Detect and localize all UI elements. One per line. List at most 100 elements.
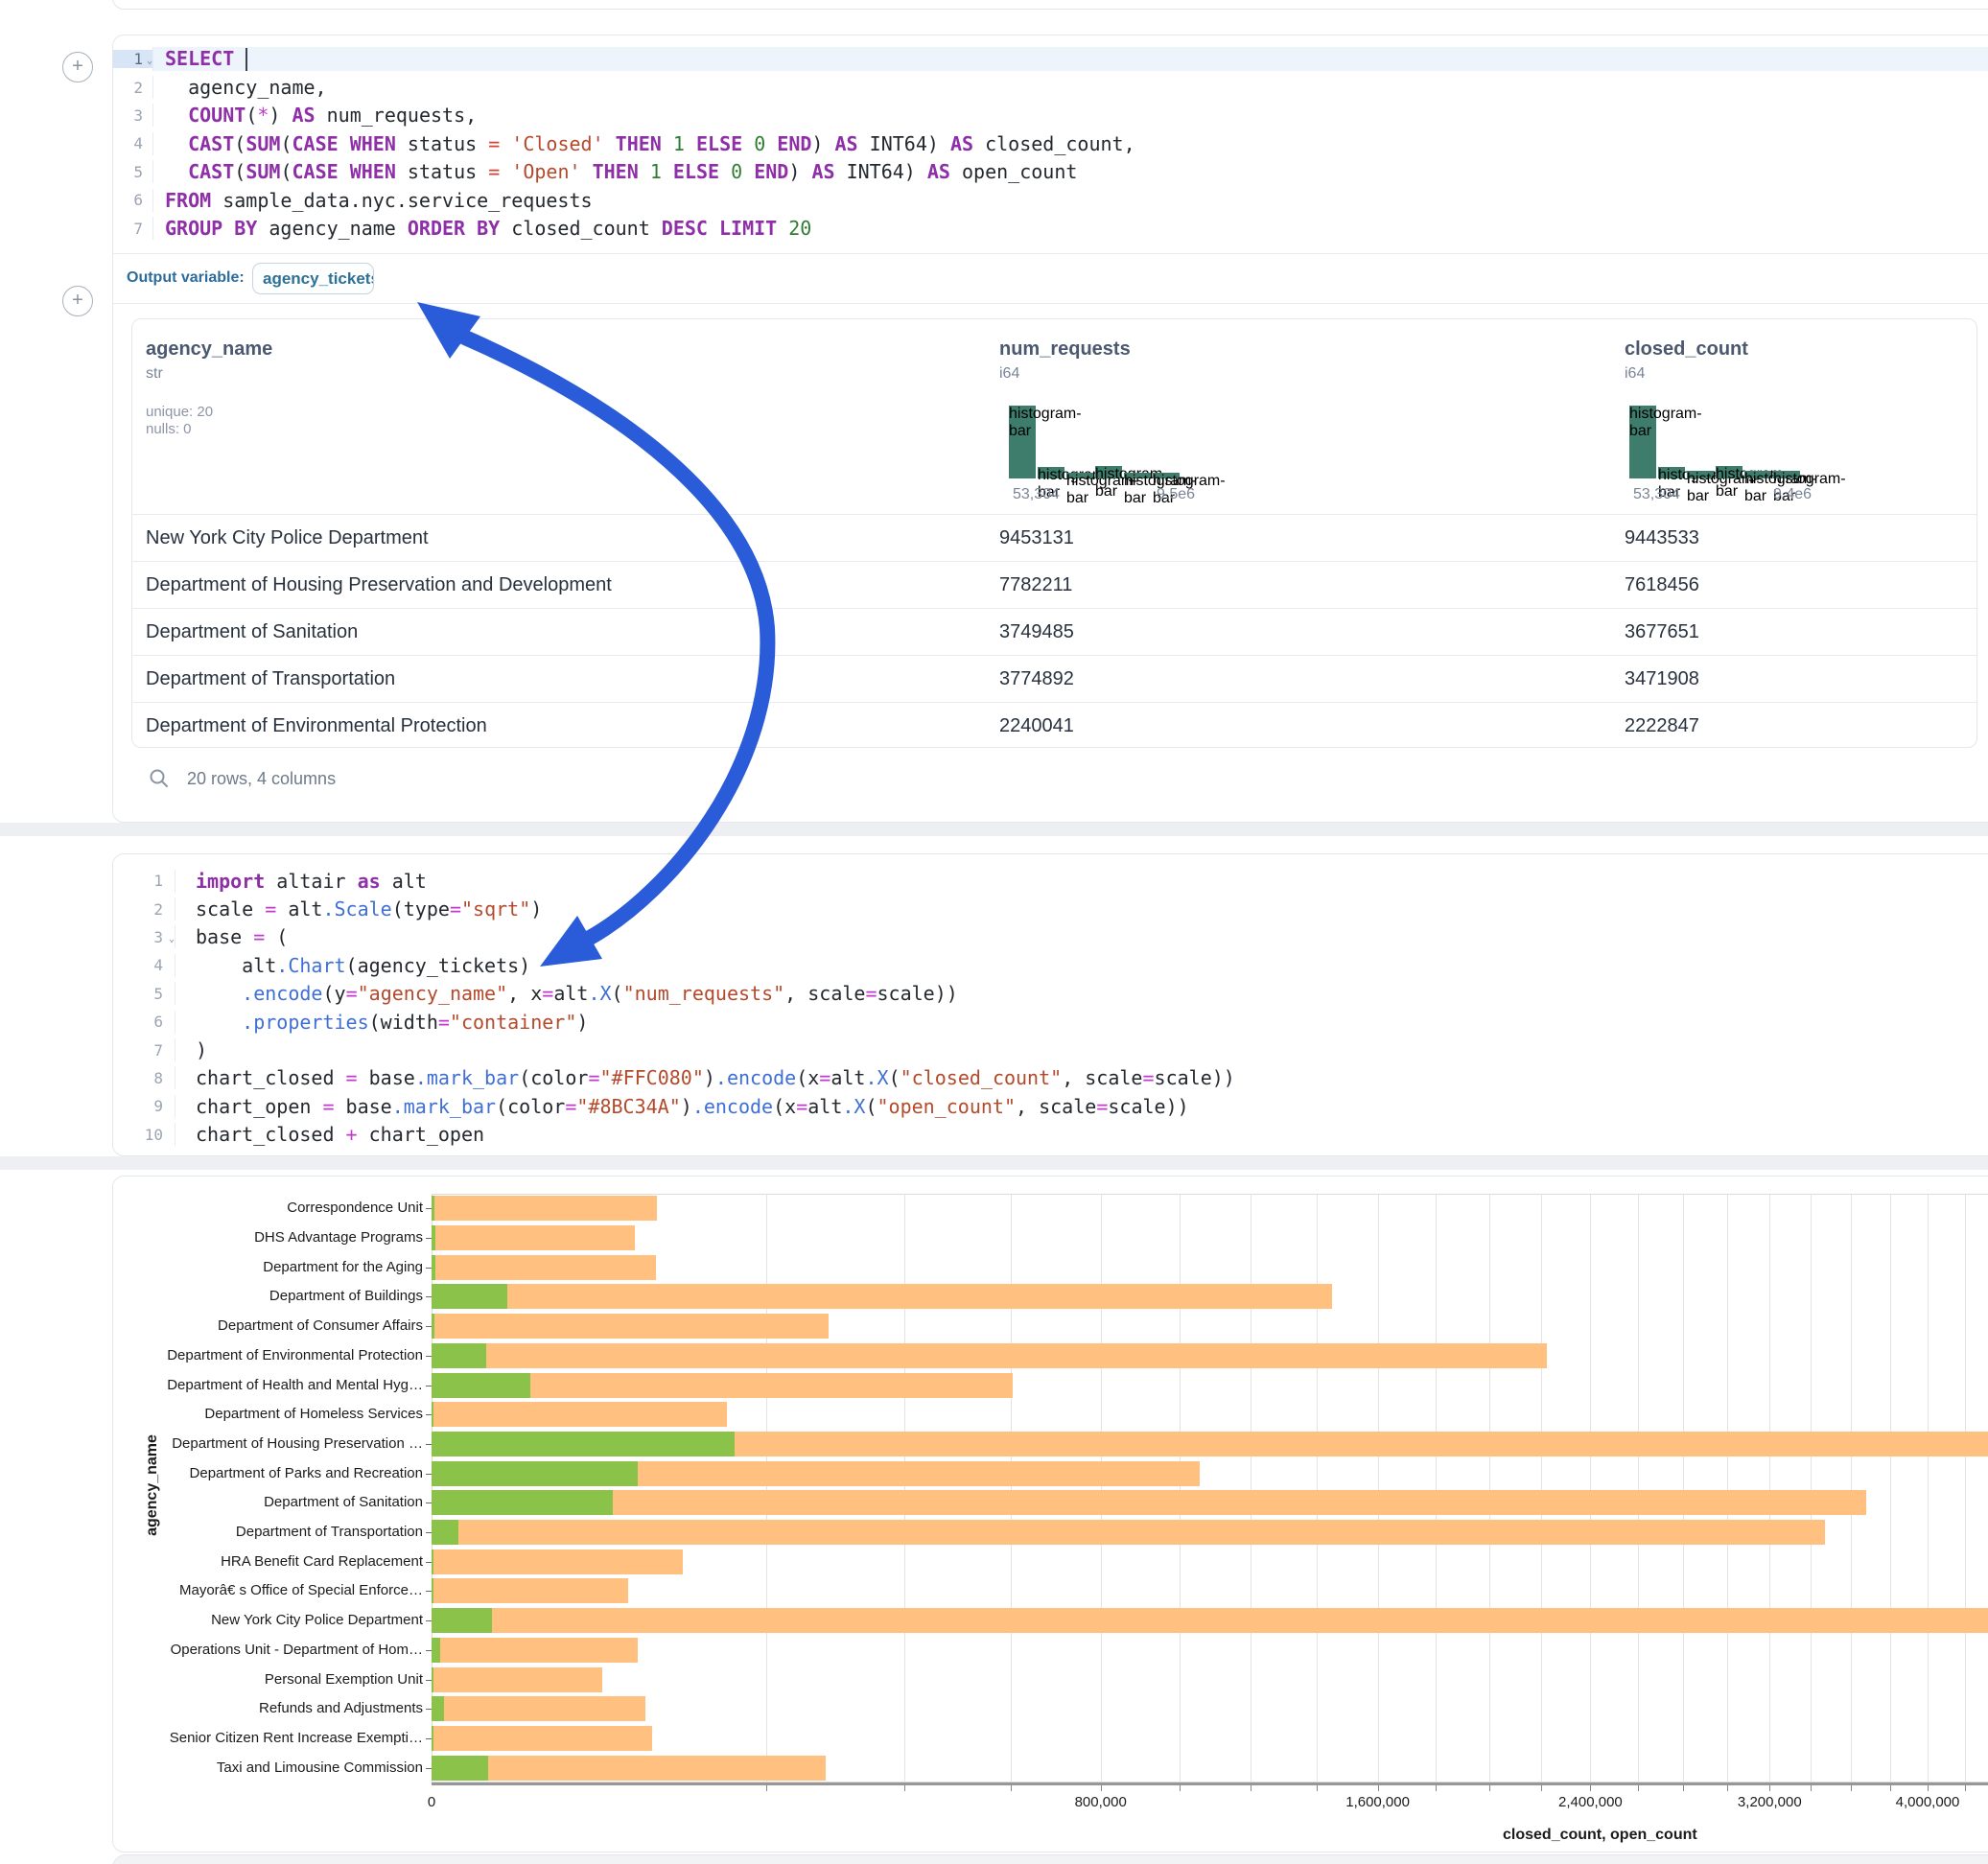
code-line[interactable]: 1⌄SELECT (113, 45, 1988, 73)
chart-bar-closed[interactable] (432, 1225, 635, 1250)
table-cell-closed-count[interactable]: 3677651 (1625, 621, 1699, 643)
chart-x-tick-label: 0 (428, 1794, 435, 1810)
output-variable-input[interactable]: agency_tickets (252, 263, 374, 294)
table-cell-agency-name[interactable]: Department of Environmental Protection (146, 715, 487, 737)
chart-bar-closed[interactable] (432, 1343, 1547, 1368)
code-line[interactable]: 7) (113, 1036, 1988, 1063)
code-line[interactable]: 5 .encode(y="agency_name", x=alt.X("num_… (113, 980, 1988, 1008)
previous-cell-bottom-edge (112, 0, 1988, 10)
false: histogram-bar (1629, 406, 1656, 478)
chart-x-tick (1727, 1785, 1728, 1791)
column-header[interactable]: closed_count (1625, 338, 1748, 361)
chart-bar-closed[interactable] (432, 1284, 1332, 1309)
row-divider (132, 655, 1976, 656)
sql-code-editor[interactable]: 1⌄SELECT 2 agency_name,3 COUNT(*) AS num… (113, 45, 1988, 243)
table-cell-closed-count[interactable]: 2222847 (1625, 715, 1699, 737)
chart-bar-open[interactable] (432, 1402, 433, 1427)
chart-bar-open[interactable] (432, 1255, 435, 1280)
chart-bar-closed[interactable] (432, 1578, 628, 1603)
chart-bar-closed[interactable] (432, 1490, 1866, 1515)
add-cell-button-top[interactable]: + (62, 52, 93, 82)
chart-bar-open[interactable] (432, 1461, 638, 1486)
code-line[interactable]: 6 .properties(width="container") (113, 1008, 1988, 1036)
chart-y-label: Department of Consumer Affairs (116, 1317, 423, 1334)
chart-bar-open[interactable] (432, 1490, 613, 1515)
chart-bar-closed[interactable] (432, 1608, 1988, 1633)
table-cell-agency-name[interactable]: New York City Police Department (146, 527, 429, 549)
chart-bar-open[interactable] (432, 1432, 735, 1456)
chart-bar-closed[interactable] (432, 1696, 645, 1721)
code-line[interactable]: 4 alt.Chart(agency_tickets) (113, 951, 1988, 979)
chart-y-label: HRA Benefit Card Replacement (116, 1553, 423, 1570)
code-line[interactable]: 8chart_closed = base.mark_bar(color="#FF… (113, 1064, 1988, 1092)
code-line[interactable]: 3 COUNT(*) AS num_requests, (113, 102, 1988, 129)
chart-y-label: Department of Parks and Recreation (116, 1465, 423, 1481)
chart-bar-closed[interactable] (432, 1402, 727, 1427)
chart-bar-open[interactable] (432, 1284, 507, 1309)
table-cell-num-requests[interactable]: 3774892 (999, 668, 1074, 690)
table-cell-agency-name[interactable]: Department of Transportation (146, 668, 395, 690)
chart-bar-closed[interactable] (432, 1196, 657, 1221)
column-header[interactable]: agency_name (146, 338, 272, 361)
code-line[interactable]: 4 CAST(SUM(CASE WHEN status = 'Closed' T… (113, 129, 1988, 157)
chart-bar-closed[interactable] (432, 1638, 638, 1663)
python-code-editor[interactable]: 1import altair as alt2scale = alt.Scale(… (113, 867, 1988, 1149)
add-cell-button-middle[interactable]: + (62, 286, 93, 316)
code-line[interactable]: 9chart_open = base.mark_bar(color="#8BC3… (113, 1092, 1988, 1120)
chart-bar-open[interactable] (432, 1756, 488, 1781)
code-line[interactable]: 2scale = alt.Scale(type="sqrt") (113, 895, 1988, 922)
table-cell-num-requests[interactable]: 7782211 (999, 574, 1072, 596)
table-cell-closed-count[interactable]: 3471908 (1625, 668, 1699, 690)
chart-bar-open[interactable] (432, 1667, 433, 1692)
table-cell-agency-name[interactable]: Department of Sanitation (146, 621, 358, 643)
table-row-count: 20 rows, 4 columns (187, 769, 336, 789)
code-line[interactable]: 6FROM sample_data.nyc.service_requests (113, 186, 1988, 214)
column-header[interactable]: num_requests (999, 338, 1131, 361)
false: histogram-bar (1744, 471, 1771, 478)
chart-bar-closed[interactable] (432, 1520, 1825, 1545)
code-line[interactable]: 3⌄base = ( (113, 923, 1988, 951)
chart-bar-closed[interactable] (432, 1756, 826, 1781)
chart-bar-open[interactable] (432, 1696, 444, 1721)
chart-x-tick (1890, 1785, 1891, 1791)
code-line[interactable]: 7GROUP BY agency_name ORDER BY closed_co… (113, 214, 1988, 242)
collapse-chevron-icon[interactable]: ⌄ (169, 934, 175, 944)
code-line[interactable]: 1import altair as alt (113, 867, 1988, 895)
chart-bar-open[interactable] (432, 1638, 440, 1663)
chart-bar-open[interactable] (432, 1578, 433, 1603)
code-text: agency_name, (152, 76, 1988, 99)
chart-bar-open[interactable] (432, 1608, 492, 1633)
code-line[interactable]: 10chart_closed + chart_open (113, 1121, 1988, 1149)
chart-bar-open[interactable] (432, 1314, 434, 1339)
collapse-chevron-icon[interactable]: ⌄ (147, 56, 152, 66)
table-cell-num-requests[interactable]: 3749485 (999, 621, 1074, 643)
code-line[interactable]: 2 agency_name, (113, 73, 1988, 101)
search-icon[interactable] (149, 768, 170, 789)
chart-bar-open[interactable] (432, 1520, 458, 1545)
chart-bar-closed[interactable] (432, 1255, 656, 1280)
chart-bar-open[interactable] (432, 1373, 530, 1398)
code-line[interactable]: 5 CAST(SUM(CASE WHEN status = 'Open' THE… (113, 158, 1988, 186)
table-cell-num-requests[interactable]: 2240041 (999, 715, 1074, 737)
row-divider (132, 514, 1976, 515)
chart-bar-open[interactable] (432, 1225, 435, 1250)
chart-bar-open[interactable] (432, 1196, 434, 1221)
chart-bar-open[interactable] (432, 1549, 433, 1574)
line-number: 9 (113, 1097, 175, 1115)
divider (113, 253, 1988, 254)
code-text: .properties(width="container") (175, 1011, 1988, 1034)
table-cell-closed-count[interactable]: 9443533 (1625, 527, 1699, 549)
code-text: base = ( (175, 925, 1988, 948)
false: histogram-bar (1687, 471, 1714, 478)
table-cell-num-requests[interactable]: 9453131 (999, 527, 1074, 549)
chart-bar-open[interactable] (432, 1343, 486, 1368)
chart-x-tick (1489, 1785, 1490, 1791)
chart-bar-closed[interactable] (432, 1726, 652, 1751)
chart-y-label: Department of Transportation (116, 1524, 423, 1540)
table-cell-closed-count[interactable]: 7618456 (1625, 574, 1699, 596)
table-cell-agency-name[interactable]: Department of Housing Preservation and D… (146, 574, 612, 596)
chart-bar-closed[interactable] (432, 1667, 602, 1692)
chart-bar-closed[interactable] (432, 1549, 683, 1574)
chart-bar-closed[interactable] (432, 1314, 829, 1339)
chart-bar-open[interactable] (432, 1726, 433, 1751)
